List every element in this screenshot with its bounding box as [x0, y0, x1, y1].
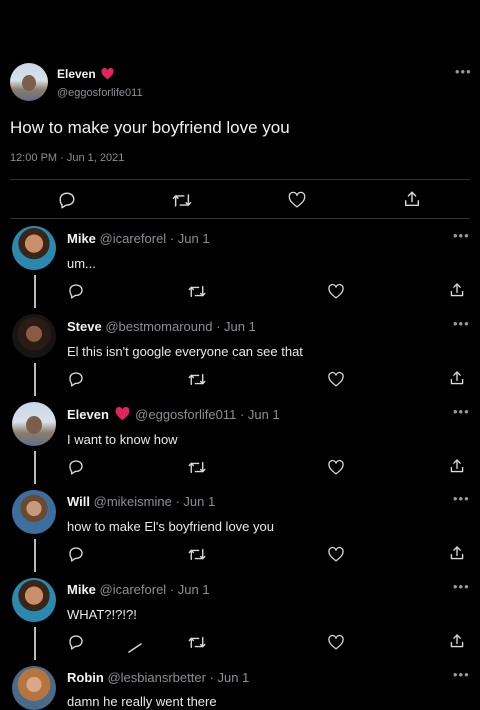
thread-line: [34, 363, 36, 396]
reply-header: Mike @icareforel · Jun 1: [67, 231, 210, 246]
heart-icon[interactable]: [328, 546, 344, 567]
reply-icon[interactable]: [68, 634, 84, 655]
reply-date: · Jun 1: [175, 494, 216, 509]
divider: [10, 218, 470, 219]
reply-author-handle[interactable]: @mikeismine: [94, 494, 172, 509]
reply-header: Eleven @eggosforlife011 · Jun 1: [67, 406, 280, 424]
reply-date: · Jun 1: [239, 407, 280, 422]
red-heart-icon: [101, 67, 114, 83]
reply-date: · Jun 1: [216, 319, 256, 334]
share-icon[interactable]: [449, 545, 465, 566]
avatar-mike[interactable]: [12, 578, 56, 622]
thread-line: [34, 539, 36, 572]
heart-icon[interactable]: [328, 371, 344, 392]
reply-author-name[interactable]: Eleven: [67, 407, 109, 422]
reply-icon[interactable]: [68, 546, 84, 567]
reply-text: I want to know how: [67, 432, 178, 447]
reply-text: how to make El's boyfriend love you: [67, 519, 274, 534]
avatar-robin[interactable]: [12, 666, 56, 710]
more-options-icon[interactable]: •••: [453, 229, 470, 242]
retweet-icon[interactable]: [188, 372, 206, 392]
heart-icon[interactable]: [328, 283, 344, 304]
reply-text: damn he really went there: [67, 694, 217, 709]
retweet-icon[interactable]: [188, 460, 206, 480]
author-handle[interactable]: @eggosforlife011: [57, 87, 143, 99]
heart-icon[interactable]: [328, 459, 344, 480]
reply-author-name[interactable]: Mike: [67, 231, 96, 246]
share-icon[interactable]: [449, 282, 465, 303]
reply-author-name[interactable]: Mike: [67, 582, 96, 597]
reply-author-handle[interactable]: @eggosforlife011: [135, 407, 236, 422]
reply-author-handle[interactable]: @icareforel: [100, 582, 167, 597]
share-icon[interactable]: [403, 190, 421, 213]
reply-author-name[interactable]: Steve: [67, 319, 102, 334]
retweet-icon[interactable]: [188, 547, 206, 567]
reply-icon[interactable]: [68, 459, 84, 480]
more-options-icon[interactable]: •••: [453, 668, 470, 681]
avatar-eleven[interactable]: [10, 63, 48, 101]
reply-author-handle[interactable]: @bestmomaround: [105, 319, 212, 334]
heart-icon[interactable]: [288, 191, 306, 213]
reply-author-name[interactable]: Will: [67, 494, 90, 509]
reply-text: WHAT?!?!?!: [67, 607, 137, 622]
reply-date: · Jun 1: [169, 582, 210, 597]
main-tweet-author: Eleven: [57, 67, 114, 83]
share-icon[interactable]: [449, 458, 465, 479]
reply-author-handle[interactable]: @icareforel: [100, 231, 167, 246]
avatar-eleven[interactable]: [12, 402, 56, 446]
retweet-icon[interactable]: [188, 284, 206, 304]
more-options-icon[interactable]: •••: [455, 65, 472, 78]
more-options-icon[interactable]: •••: [453, 492, 470, 505]
reply-icon[interactable]: [68, 371, 84, 392]
reply-text: El this isn't google everyone can see th…: [67, 344, 303, 359]
more-options-icon[interactable]: •••: [453, 580, 470, 593]
reply-icon[interactable]: [68, 283, 84, 304]
retweet-icon[interactable]: [172, 192, 192, 214]
more-options-icon[interactable]: •••: [453, 317, 470, 330]
more-options-icon[interactable]: •••: [453, 405, 470, 418]
reply-author-handle[interactable]: @lesbiansrbetter: [107, 670, 205, 685]
thread-line: [34, 627, 36, 660]
reply-header: Steve @bestmomaround · Jun 1: [67, 319, 256, 334]
author-name[interactable]: Eleven: [57, 67, 96, 81]
tweet-text: How to make your boyfriend love you: [10, 118, 290, 137]
divider: [10, 179, 470, 180]
thread-line: [34, 275, 36, 308]
tweet-timestamp: 12:00 PM · Jun 1, 2021: [10, 152, 125, 164]
thread-line: [34, 451, 36, 484]
reply-text: um...: [67, 256, 96, 271]
reply-date: · Jun 1: [169, 231, 210, 246]
share-icon[interactable]: [449, 633, 465, 654]
heart-icon[interactable]: [328, 634, 344, 655]
pen-stroke-mark: [128, 640, 142, 658]
share-icon[interactable]: [449, 370, 465, 391]
avatar-mike[interactable]: [12, 226, 56, 270]
reply-author-name[interactable]: Robin: [67, 670, 104, 685]
avatar-steve[interactable]: [12, 314, 56, 358]
avatar-will[interactable]: [12, 490, 56, 534]
reply-date: · Jun 1: [209, 670, 250, 685]
reply-icon[interactable]: [58, 191, 76, 214]
reply-header: Mike @icareforel · Jun 1: [67, 582, 210, 597]
retweet-icon[interactable]: [188, 635, 206, 655]
reply-header: Will @mikeismine · Jun 1: [67, 494, 215, 509]
reply-header: Robin @lesbiansrbetter · Jun 1: [67, 670, 249, 685]
red-heart-icon: [115, 406, 130, 424]
